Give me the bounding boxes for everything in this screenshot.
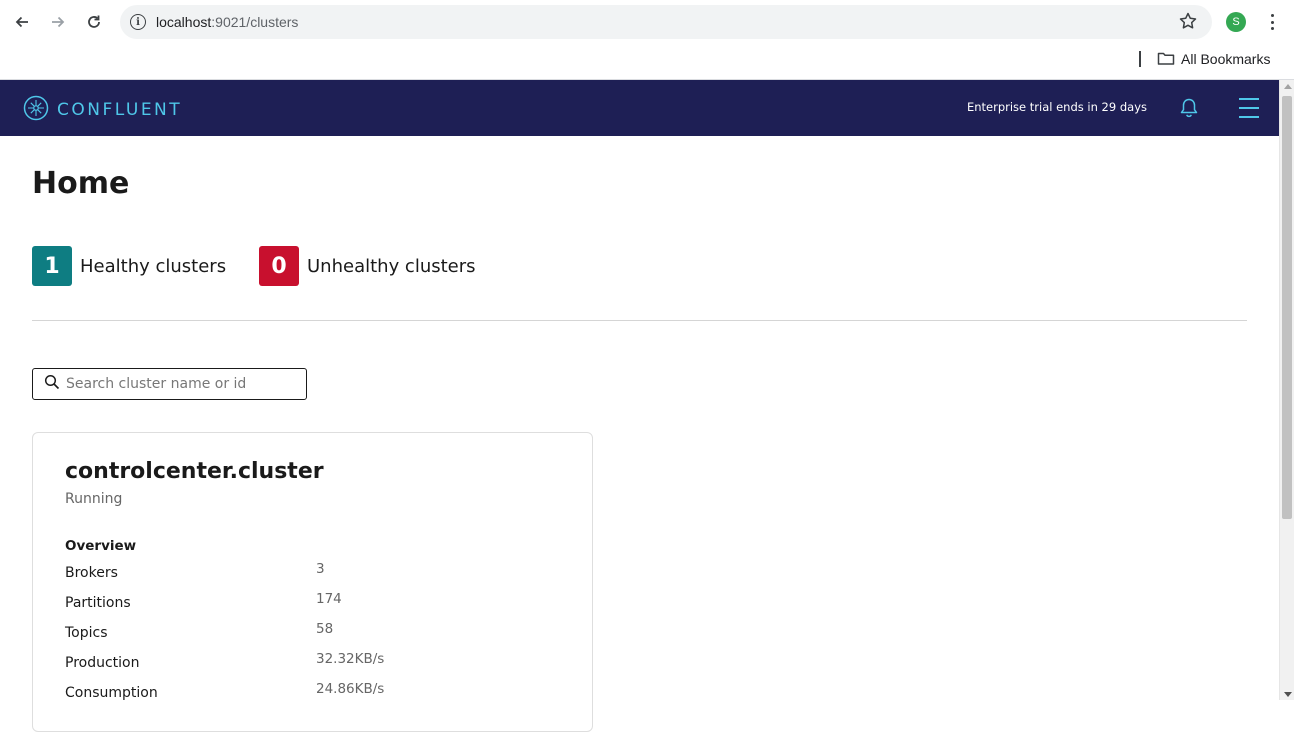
confluent-logo-icon xyxy=(23,95,49,125)
app-header: CONFLUENT Enterprise trial ends in 29 da… xyxy=(0,80,1279,136)
cluster-card[interactable]: controlcenter.cluster Running Overview B… xyxy=(32,432,593,732)
healthy-count-badge: 1 xyxy=(32,246,72,286)
cluster-name[interactable]: controlcenter.cluster xyxy=(65,459,324,484)
trial-notice: Enterprise trial ends in 29 days xyxy=(966,100,1147,114)
kebab-menu-icon[interactable] xyxy=(1264,12,1280,32)
info-icon[interactable]: i xyxy=(130,14,146,30)
metric-row-consumption: Consumption 24.86KB/s xyxy=(65,681,565,711)
unhealthy-clusters-stat[interactable]: 0 Unhealthy clusters xyxy=(259,246,476,286)
healthy-clusters-stat[interactable]: 1 Healthy clusters xyxy=(32,246,226,286)
metric-row-brokers: Brokers 3 xyxy=(65,561,565,591)
confluent-logo-text: CONFLUENT xyxy=(57,100,183,120)
page-scrollbar[interactable] xyxy=(1279,80,1294,700)
section-divider xyxy=(32,320,1247,321)
metric-value: 32.32KB/s xyxy=(316,651,385,667)
confluent-logo[interactable]: CONFLUENT xyxy=(23,95,182,125)
metric-value: 58 xyxy=(316,621,334,637)
metric-value: 24.86KB/s xyxy=(316,681,385,697)
metric-row-production: Production 32.32KB/s xyxy=(65,651,565,681)
unhealthy-count-badge: 0 xyxy=(259,246,299,286)
all-bookmarks-button[interactable]: All Bookmarks xyxy=(1157,48,1270,70)
metric-row-topics: Topics 58 xyxy=(65,621,565,651)
search-input[interactable] xyxy=(66,376,286,392)
url-text[interactable]: localhost:9021/clusters xyxy=(156,14,298,30)
page-title: Home xyxy=(32,166,130,201)
overview-heading: Overview xyxy=(65,538,137,554)
back-arrow-icon[interactable] xyxy=(10,10,34,34)
scroll-up-arrow[interactable] xyxy=(1284,84,1292,89)
overview-metrics: Brokers 3 Partitions 174 Topics 58 Produ… xyxy=(65,561,565,711)
metric-label: Partitions xyxy=(65,595,131,611)
cluster-search[interactable] xyxy=(32,368,307,400)
hamburger-menu-icon[interactable] xyxy=(1239,97,1259,119)
metric-label: Consumption xyxy=(65,685,158,701)
bookmarks-separator xyxy=(1139,51,1141,67)
bookmark-star-icon[interactable] xyxy=(1178,11,1198,35)
profile-avatar[interactable]: S xyxy=(1226,12,1246,32)
cluster-status: Running xyxy=(65,491,123,507)
all-bookmarks-label: All Bookmarks xyxy=(1181,51,1271,67)
metric-value: 3 xyxy=(316,561,325,577)
metric-label: Production xyxy=(65,655,140,671)
reload-icon[interactable] xyxy=(82,10,106,34)
unhealthy-clusters-label: Unhealthy clusters xyxy=(307,255,476,277)
folder-icon xyxy=(1157,50,1175,69)
metric-label: Brokers xyxy=(65,565,118,581)
metric-label: Topics xyxy=(65,625,108,641)
search-icon xyxy=(33,374,60,394)
bell-icon[interactable] xyxy=(1179,97,1199,123)
metric-value: 174 xyxy=(316,591,342,607)
healthy-clusters-label: Healthy clusters xyxy=(80,255,227,277)
address-bar[interactable]: i localhost:9021/clusters xyxy=(120,5,1212,39)
browser-toolbar: i localhost:9021/clusters S All Bookmark… xyxy=(0,0,1294,80)
scroll-thumb[interactable] xyxy=(1282,96,1292,519)
forward-arrow-icon[interactable] xyxy=(46,10,70,34)
metric-row-partitions: Partitions 174 xyxy=(65,591,565,621)
scroll-down-arrow[interactable] xyxy=(1284,692,1292,697)
